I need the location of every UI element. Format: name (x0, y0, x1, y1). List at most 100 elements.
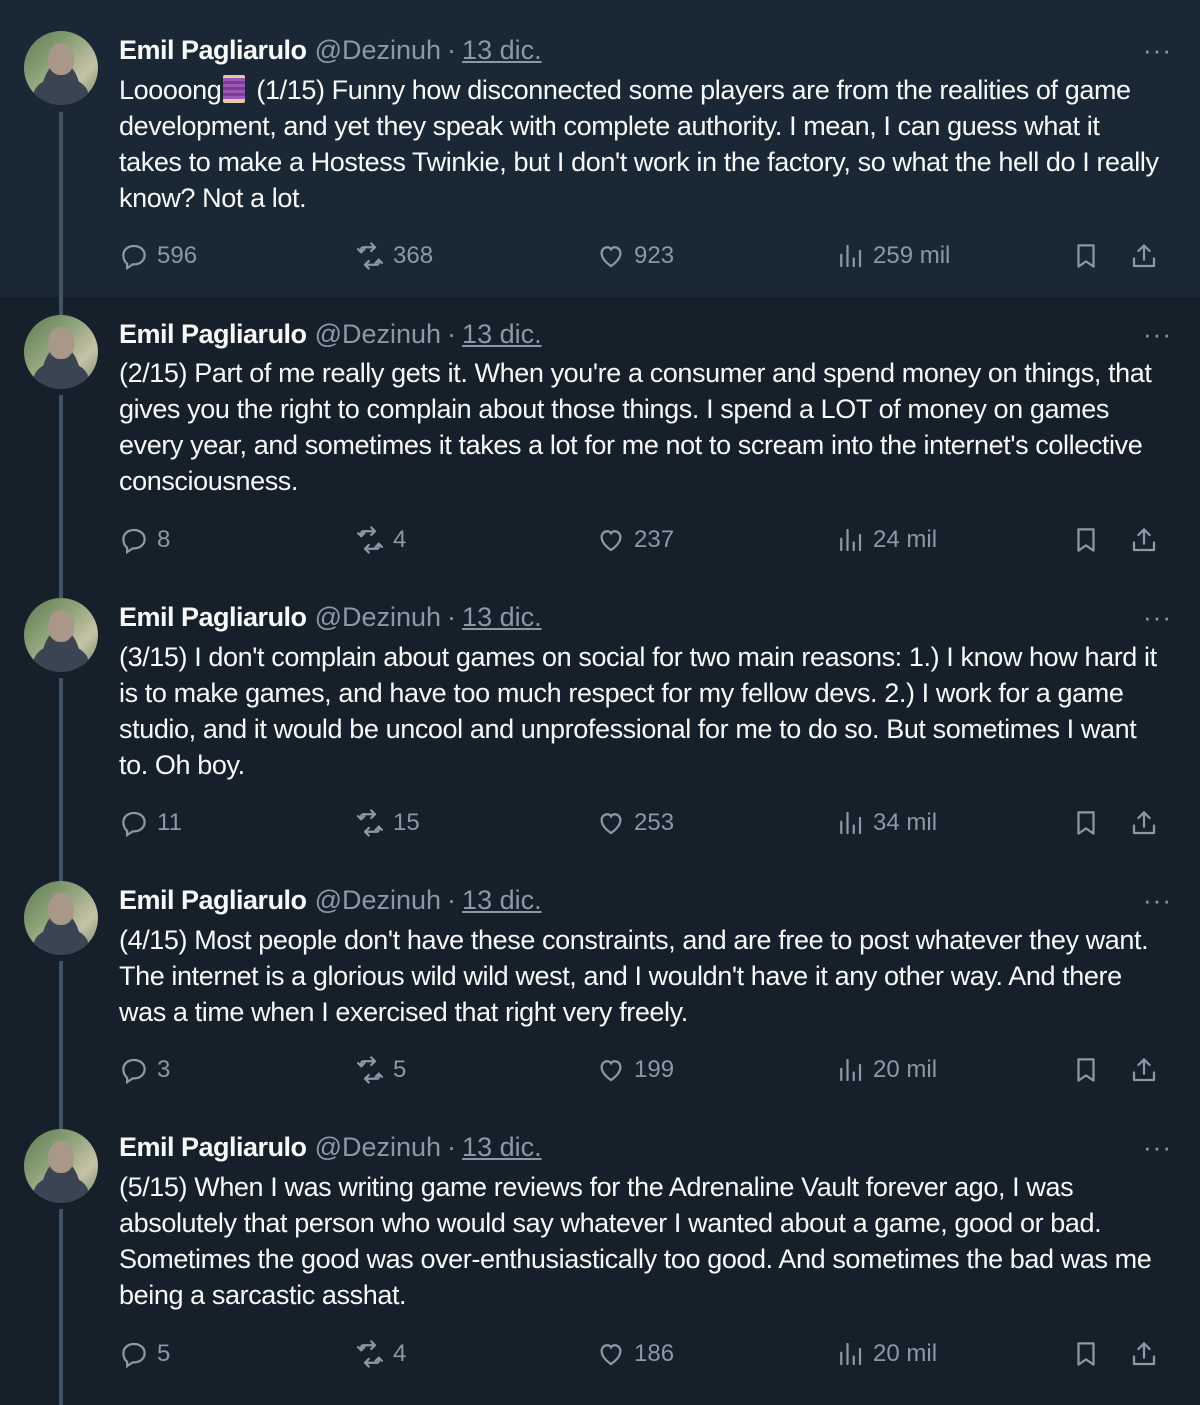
like-button[interactable]: 186 (596, 1337, 674, 1371)
share-button[interactable] (1129, 806, 1159, 840)
tweet-actions: 596 368 923 259 mil (119, 239, 1169, 273)
more-options-icon[interactable]: ··· (1143, 37, 1172, 63)
heart-icon (600, 530, 622, 552)
tweet-date-link[interactable]: 13 dic. (462, 1130, 542, 1164)
reply-icon (122, 1342, 146, 1369)
view-count: 34 mil (873, 809, 938, 836)
heart-icon (600, 246, 622, 268)
bookmark-icon (1077, 811, 1095, 835)
tweet-text-start: Loooong (119, 75, 222, 105)
tweet-actions: 8 4 237 24 mil (119, 523, 1169, 557)
reply-icon (122, 528, 146, 555)
reply-button[interactable]: 3 (119, 1053, 170, 1087)
repost-count: 15 (393, 809, 420, 836)
tweet-date-link[interactable]: 13 dic. (462, 883, 542, 917)
tweet-5[interactable]: Emil Pagliarulo @Dezinuh · 13 dic. ··· (… (0, 1111, 1200, 1405)
reply-button[interactable]: 596 (119, 239, 197, 273)
views-button[interactable]: 20 mil (835, 1337, 937, 1371)
repost-count: 4 (393, 526, 407, 553)
bookmark-button[interactable] (1071, 806, 1101, 840)
thread-connector (59, 581, 63, 598)
avatar[interactable] (24, 881, 98, 955)
tweet-4[interactable]: Emil Pagliarulo @Dezinuh · 13 dic. ··· (… (0, 864, 1200, 1111)
reply-icon (122, 244, 146, 271)
author-name[interactable]: Emil Pagliarulo (119, 317, 307, 351)
author-handle[interactable]: @Dezinuh (315, 33, 441, 67)
repost-icon (357, 526, 383, 554)
author-name[interactable]: Emil Pagliarulo (119, 883, 307, 917)
view-count: 24 mil (873, 526, 938, 553)
bookmark-button[interactable] (1071, 239, 1101, 273)
view-count: 20 mil (873, 1340, 938, 1367)
views-button[interactable]: 20 mil (835, 1053, 937, 1087)
more-options-icon[interactable]: ··· (1143, 887, 1172, 913)
tweet-text: (4/15) Most people don't have these cons… (119, 925, 1149, 1027)
bookmark-button[interactable] (1071, 1337, 1101, 1371)
reply-count: 5 (157, 1340, 171, 1367)
share-button[interactable] (1129, 1337, 1159, 1371)
author-name[interactable]: Emil Pagliarulo (119, 33, 307, 67)
tweet-header: Emil Pagliarulo @Dezinuh · 13 dic. (119, 600, 542, 634)
like-button[interactable]: 253 (596, 806, 674, 840)
separator-dot: · (447, 1132, 457, 1162)
heart-icon (600, 1060, 622, 1082)
tweet-3[interactable]: Emil Pagliarulo @Dezinuh · 13 dic. ··· (… (0, 581, 1200, 864)
views-button[interactable]: 24 mil (835, 523, 937, 557)
repost-count: 368 (393, 242, 434, 269)
views-button[interactable]: 259 mil (835, 239, 950, 273)
repost-button[interactable]: 4 (355, 1337, 406, 1371)
reply-count: 11 (157, 809, 182, 836)
separator-dot: · (447, 35, 457, 65)
tweet-actions: 3 5 199 20 mil (119, 1053, 1169, 1087)
author-name[interactable]: Emil Pagliarulo (119, 1130, 307, 1164)
author-handle[interactable]: @Dezinuh (315, 883, 441, 917)
bookmark-icon (1077, 244, 1095, 268)
views-button[interactable]: 34 mil (835, 806, 937, 840)
share-button[interactable] (1129, 239, 1159, 273)
tweet-date-link[interactable]: 13 dic. (462, 33, 542, 67)
tweet-date-link[interactable]: 13 dic. (462, 317, 542, 351)
avatar[interactable] (24, 1129, 98, 1203)
bookmark-icon (1077, 528, 1095, 552)
tweet-date-link[interactable]: 13 dic. (462, 600, 542, 634)
bookmark-button[interactable] (1071, 523, 1101, 557)
tweet-text: (2/15) Part of me really gets it. When y… (119, 358, 1152, 496)
repost-icon (357, 809, 383, 837)
tweet-1[interactable]: Emil Pagliarulo @Dezinuh · 13 dic. ··· L… (0, 0, 1200, 297)
author-handle[interactable]: @Dezinuh (315, 317, 441, 351)
avatar[interactable] (24, 31, 98, 105)
like-button[interactable]: 923 (596, 239, 674, 273)
reply-button[interactable]: 8 (119, 523, 170, 557)
views-chart-icon (840, 1058, 862, 1082)
like-count: 199 (634, 1056, 675, 1083)
bookmark-icon (1077, 1058, 1095, 1082)
separator-dot: · (447, 319, 457, 349)
reply-button[interactable]: 11 (119, 806, 182, 840)
avatar[interactable] (24, 315, 98, 389)
repost-button[interactable]: 4 (355, 523, 406, 557)
author-handle[interactable]: @Dezinuh (315, 1130, 441, 1164)
reply-count: 8 (157, 526, 171, 553)
more-options-icon[interactable]: ··· (1143, 321, 1172, 347)
reply-button[interactable]: 5 (119, 1337, 170, 1371)
share-button[interactable] (1129, 1053, 1159, 1087)
heart-icon (600, 1344, 622, 1366)
share-button[interactable] (1129, 523, 1159, 557)
more-options-icon[interactable]: ··· (1143, 1134, 1172, 1160)
view-count: 20 mil (873, 1056, 938, 1083)
repost-button[interactable]: 15 (355, 806, 420, 840)
tweet-actions: 11 15 253 34 mil (119, 806, 1169, 840)
bookmark-button[interactable] (1071, 1053, 1101, 1087)
reply-count: 596 (157, 242, 198, 269)
repost-button[interactable]: 368 (355, 239, 433, 273)
more-options-icon[interactable]: ··· (1143, 604, 1172, 630)
author-handle[interactable]: @Dezinuh (315, 600, 441, 634)
author-name[interactable]: Emil Pagliarulo (119, 600, 307, 634)
repost-button[interactable]: 5 (355, 1053, 406, 1087)
views-chart-icon (840, 811, 862, 835)
like-button[interactable]: 199 (596, 1053, 674, 1087)
view-count: 259 mil (873, 242, 951, 269)
tweet-2[interactable]: Emil Pagliarulo @Dezinuh · 13 dic. ··· (… (0, 297, 1200, 581)
avatar[interactable] (24, 598, 98, 672)
like-button[interactable]: 237 (596, 523, 674, 557)
